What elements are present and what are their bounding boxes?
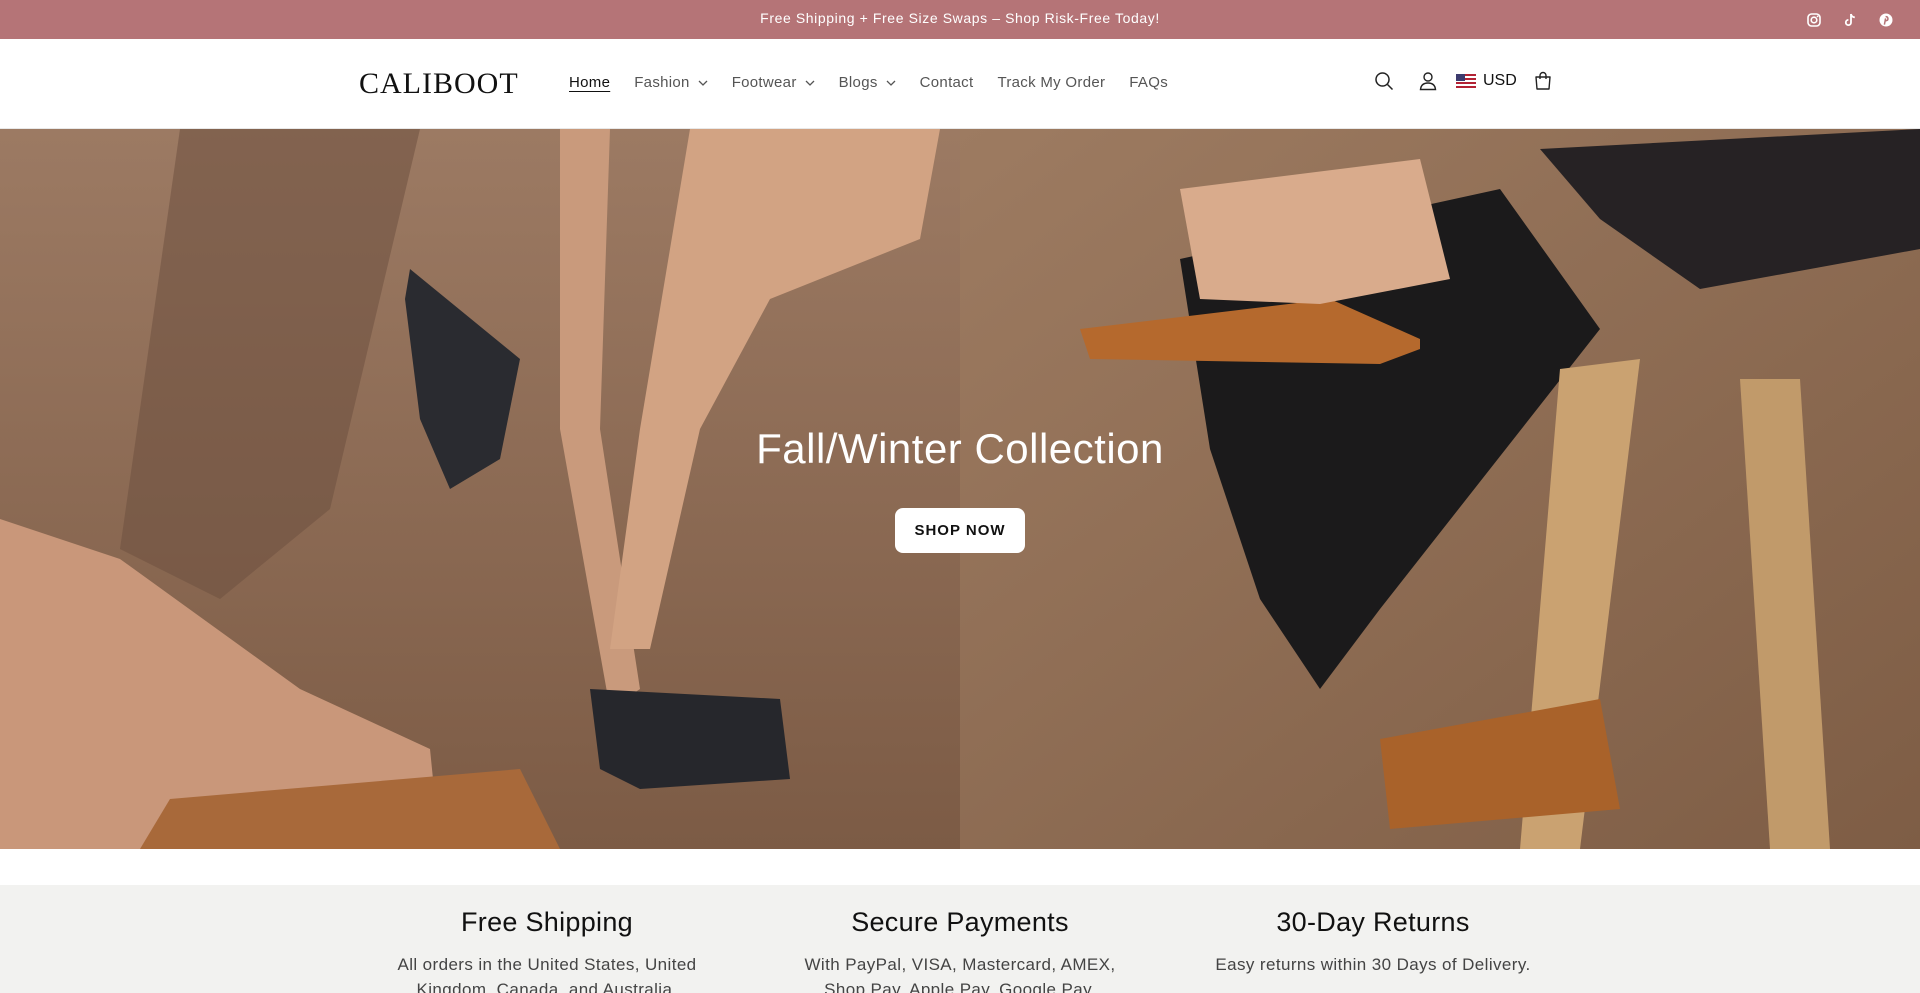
- shop-now-button[interactable]: SHOP NOW: [895, 508, 1025, 553]
- feature-free-shipping: Free Shipping All orders in the United S…: [377, 907, 717, 993]
- cart-icon[interactable]: [1531, 69, 1555, 93]
- site-header: CALIBOOT Home Fashion Footwear Blogs Con…: [0, 39, 1920, 129]
- feature-text: With PayPal, VISA, Mastercard, AMEX, Sho…: [804, 955, 1116, 993]
- search-icon[interactable]: [1372, 69, 1396, 93]
- feature-text: Easy returns within 30 Days of Delivery.: [1215, 955, 1531, 974]
- nav-blogs[interactable]: Blogs: [839, 74, 896, 91]
- feature-returns: 30-Day Returns Easy returns within 30 Da…: [1203, 907, 1543, 977]
- hero-image: [0, 129, 1920, 849]
- main-nav: Home Fashion Footwear Blogs Contact Trac…: [569, 74, 1192, 91]
- feature-title: Secure Payments: [851, 907, 1069, 937]
- pinterest-icon[interactable]: [1878, 12, 1894, 28]
- nav-footwear-label: Footwear: [731, 74, 797, 91]
- nav-footwear[interactable]: Footwear: [732, 74, 815, 91]
- currency-selector[interactable]: USD: [1456, 72, 1517, 90]
- chevron-down-icon: [805, 80, 815, 86]
- nav-blogs-label: Blogs: [838, 74, 878, 91]
- announcement-text: Free Shipping + Free Size Swaps – Shop R…: [760, 9, 1160, 26]
- logo[interactable]: CALIBOOT: [359, 67, 519, 101]
- nav-faqs-label: FAQs: [1129, 74, 1168, 91]
- feature-secure-payments: Secure Payments With PayPal, VISA, Maste…: [790, 907, 1130, 993]
- nav-contact-label: Contact: [919, 74, 974, 91]
- chevron-down-icon: [886, 80, 896, 86]
- features-section: Free Shipping All orders in the United S…: [0, 885, 1920, 993]
- social-links: [1806, 12, 1894, 28]
- nav-track-order[interactable]: Track My Order: [997, 74, 1105, 91]
- nav-contact[interactable]: Contact: [920, 74, 974, 91]
- feature-text: All orders in the United States, United …: [397, 955, 697, 993]
- nav-fashion[interactable]: Fashion: [634, 74, 708, 91]
- nav-home[interactable]: Home: [569, 74, 610, 91]
- hero-title: Fall/Winter Collection: [756, 425, 1164, 472]
- instagram-icon[interactable]: [1806, 12, 1822, 28]
- nav-home-label: Home: [569, 74, 611, 91]
- us-flag-icon: [1456, 74, 1476, 88]
- currency-label: USD: [1483, 72, 1517, 89]
- feature-title: Free Shipping: [460, 907, 633, 937]
- hero-banner: Fall/Winter Collection SHOP NOW: [0, 129, 1920, 849]
- chevron-down-icon: [698, 80, 708, 86]
- nav-fashion-label: Fashion: [634, 74, 690, 91]
- feature-title: 30-Day Returns: [1276, 907, 1470, 937]
- account-icon[interactable]: [1416, 69, 1440, 93]
- nav-track-order-label: Track My Order: [997, 74, 1106, 91]
- header-actions: USD: [1372, 69, 1555, 93]
- announcement-bar: Free Shipping + Free Size Swaps – Shop R…: [0, 0, 1920, 39]
- tiktok-icon[interactable]: [1842, 12, 1858, 28]
- nav-faqs[interactable]: FAQs: [1129, 74, 1168, 91]
